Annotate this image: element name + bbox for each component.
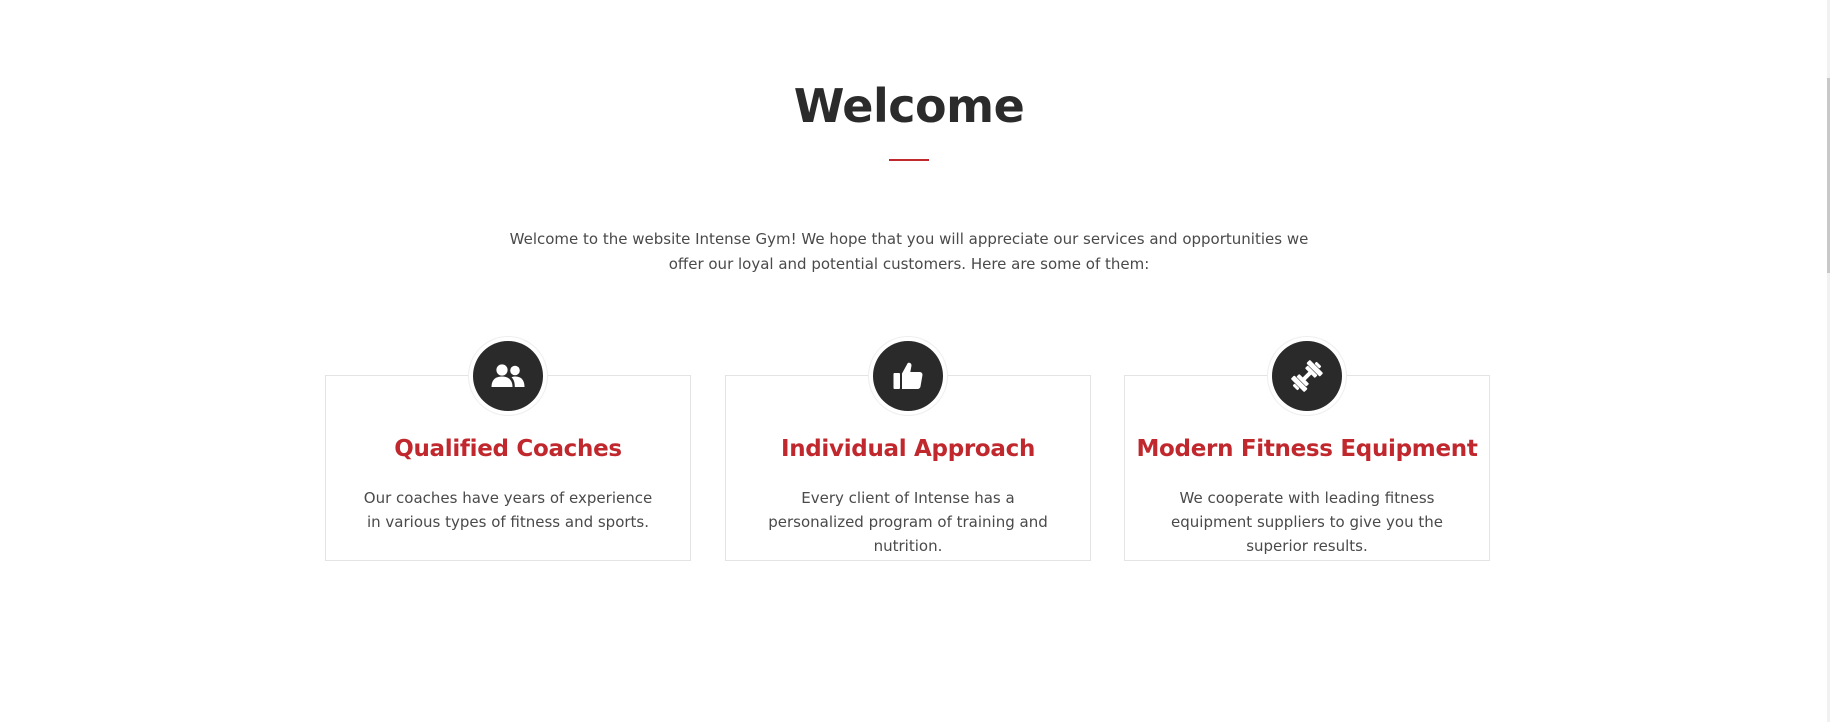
- feature-icon-badge: [469, 337, 547, 415]
- feature-description: Every client of Intense has a personaliz…: [768, 489, 1048, 555]
- page: Welcome Welcome to the website Intense G…: [0, 0, 1830, 722]
- feature-description: Our coaches have years of experience in …: [363, 489, 653, 531]
- title-divider: [889, 159, 929, 161]
- intro-text: Welcome to the website Intense Gym! We h…: [509, 230, 1309, 273]
- feature-title: Individual Approach: [780, 436, 1036, 462]
- section-title: Welcome: [793, 79, 1025, 133]
- feature-title: Modern Fitness Equipment: [1136, 436, 1478, 462]
- feature-icon-badge: [869, 337, 947, 415]
- welcome-section: Welcome Welcome to the website Intense G…: [0, 0, 1827, 722]
- thumbs-up-icon: [892, 361, 924, 391]
- users-icon: [490, 363, 526, 389]
- feature-title: Qualified Coaches: [394, 436, 622, 462]
- feature-description: We cooperate with leading fitness equipm…: [1171, 489, 1443, 555]
- dumbbell-icon: [1289, 358, 1325, 394]
- feature-icon-badge: [1268, 337, 1346, 415]
